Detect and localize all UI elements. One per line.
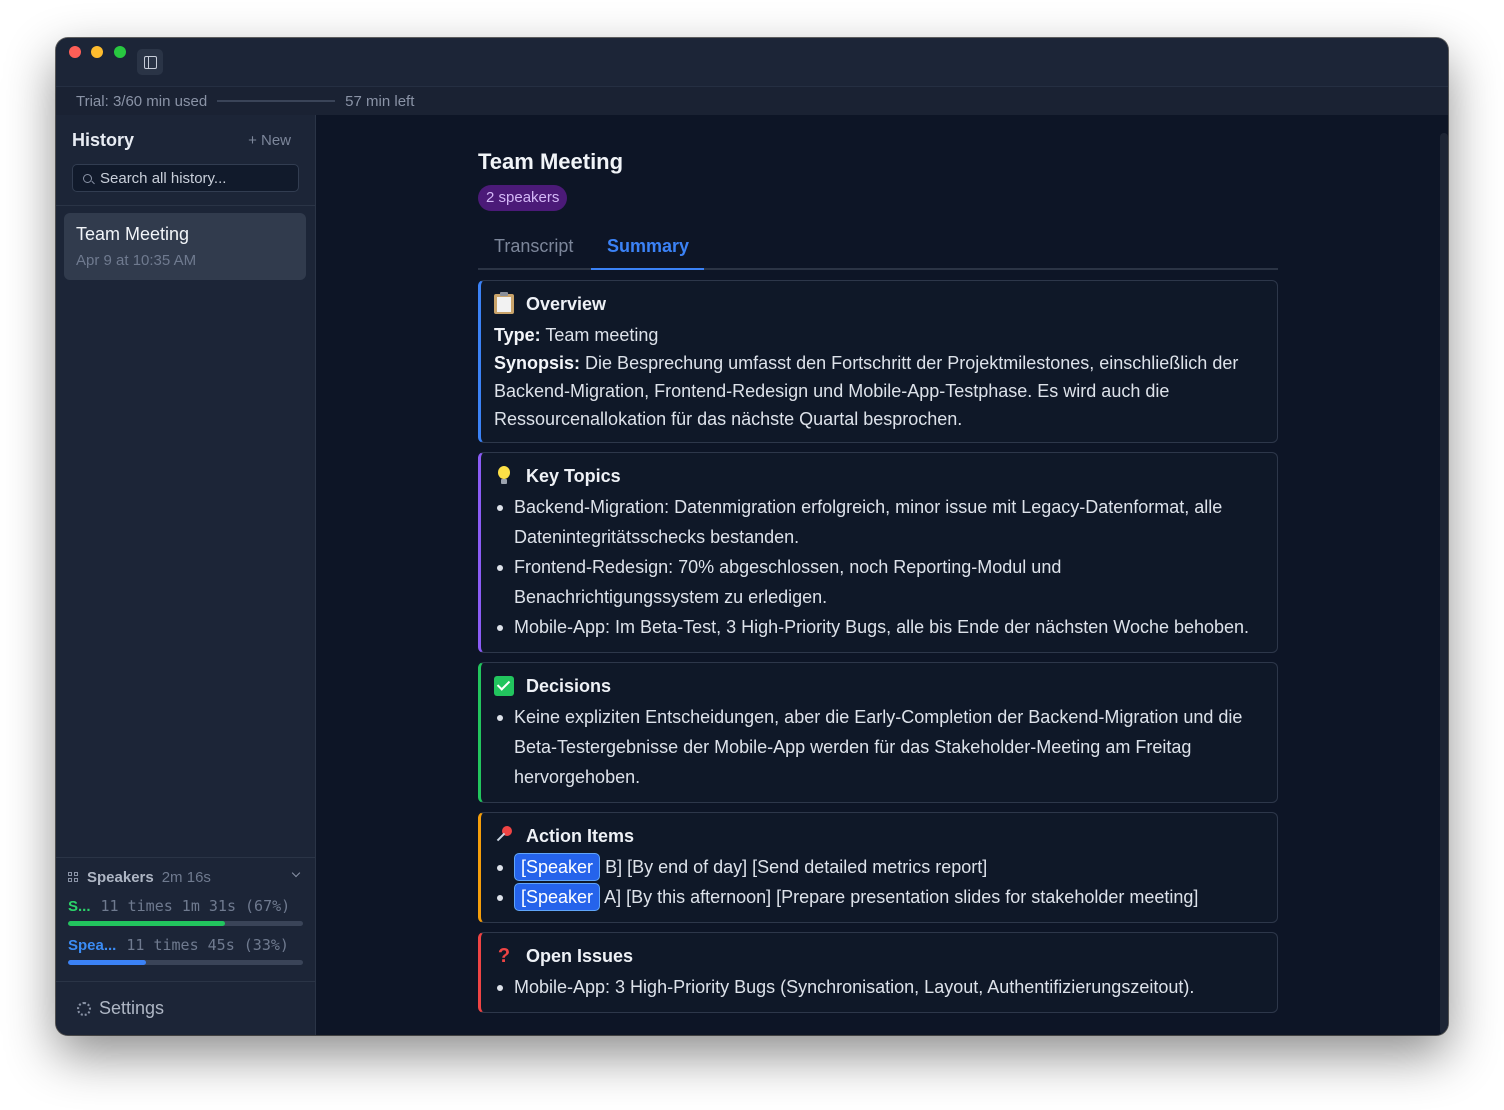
history-title: History [72,130,135,150]
zoom-window-button[interactable] [114,46,126,58]
speaker-share-bar [68,921,303,926]
overview-card: Overview Type: Team meeting Synopsis: Di… [478,280,1278,443]
lightbulb-icon [494,466,514,486]
speaker-share-bar [68,960,303,965]
decisions-card: Decisions Keine expliziten Entscheidunge… [478,662,1278,803]
list-item: Frontend-Redesign: 70% abgeschlossen, no… [497,552,1263,612]
action-item-text: B] [By end of day] [Send detailed metric… [605,857,988,877]
list-item: Backend-Migration: Datenmigration erfolg… [497,492,1263,552]
trial-progress-track [217,100,336,102]
new-session-button[interactable]: + New [248,132,291,149]
speaker-stats: 11 times 1m 31s (67%) [100,897,291,915]
settings-label: Settings [99,998,165,1018]
settings-button[interactable]: Settings [56,981,315,1035]
action-item: [Speaker B] [By end of day] [Send detail… [497,852,1263,882]
sidebar-divider [56,205,315,206]
list-item: Mobile-App: 3 High-Priority Bugs (Synchr… [497,972,1263,1002]
speaker-row: S... 11 times 1m 31s (67%) [68,897,303,937]
sidebar-icon [143,55,157,69]
history-item-date: Apr 9 at 10:35 AM [76,252,197,269]
card-title: Open Issues [526,945,634,966]
tab-transcript[interactable]: Transcript [494,236,573,257]
key-topics-card: Key Topics Backend-Migration: Datenmigra… [478,452,1278,653]
tab-summary[interactable]: Summary [607,236,689,257]
action-item-text: A] [By this afternoon] [Prepare presenta… [604,887,1199,907]
list-item: Keine expliziten Entscheidungen, aber di… [497,702,1263,792]
list-item: Mobile-App: Im Beta-Test, 3 High-Priorit… [497,612,1263,642]
search-icon [83,173,92,183]
main-content: Team Meeting 2 speakers Transcript Summa… [316,115,1448,1035]
action-item: [Speaker A] [By this afternoon] [Prepare… [497,882,1263,912]
card-title: Decisions [526,675,612,696]
speaker-name: Spea... [68,937,117,954]
history-item[interactable]: Team Meeting Apr 9 at 10:35 AM [64,213,306,280]
speaker-share-fill [68,960,146,965]
question-mark-icon: ? [497,945,511,967]
history-item-title: Team Meeting [76,224,190,244]
open-issues-card: ? Open Issues Mobile-App: 3 High-Priorit… [478,932,1278,1013]
speaker-stats: 11 times 45s (33%) [126,936,289,954]
grid-icon [68,872,78,882]
trial-bar: Trial: 3/60 min used 57 min left [56,86,1448,116]
action-items-card: Action Items [Speaker B] [By end of day]… [478,812,1278,923]
clipboard-icon [494,292,514,314]
card-title: Overview [526,293,607,314]
speakers-header[interactable]: Speakers 2m 16s [68,867,303,887]
sidebar-toggle-button[interactable] [137,49,163,75]
speaker-tag[interactable]: [Speaker [514,853,601,881]
speakers-label: Speakers [87,868,154,886]
overview-body: Type: Team meeting Synopsis: Die Besprec… [494,321,1263,433]
history-header: History + New [72,130,291,152]
speakers-panel: Speakers 2m 16s S... 11 times 1m 31s (67%… [56,857,315,984]
chevron-down-icon[interactable] [291,868,301,878]
sidebar: History + New Search all history... Team… [56,115,316,1035]
synopsis-value: Die Besprechung umfasst den Fortschritt … [494,353,1239,429]
card-title: Key Topics [526,465,621,486]
pushpin-icon [494,826,514,846]
speaker-count-badge: 2 speakers [478,185,568,211]
speakers-duration: 2m 16s [161,868,211,886]
close-window-button[interactable] [69,46,81,58]
history-search-field[interactable]: Search all history... [72,164,299,192]
search-placeholder: Search all history... [100,169,227,187]
app-window: Trial: 3/60 min used 57 min left History… [56,38,1448,1035]
card-title: Action Items [526,825,635,846]
check-mark-icon [494,676,514,696]
active-tab-indicator [591,268,704,270]
synopsis-label: Synopsis: [494,353,581,373]
tab-bar: Transcript Summary [478,227,1278,270]
gear-icon [77,1001,91,1016]
page-title: Team Meeting [478,149,624,174]
title-bar [56,38,1448,86]
speaker-share-fill [68,921,226,926]
type-label: Type: [494,325,541,345]
scrollbar[interactable] [1440,133,1448,1035]
speaker-name: S... [68,898,91,915]
speaker-tag[interactable]: [Speaker [514,883,601,911]
speaker-row: Spea... 11 times 45s (33%) [68,936,303,976]
trial-used-text: Trial: 3/60 min used [76,92,208,110]
minimize-window-button[interactable] [91,46,103,58]
trial-remaining-text: 57 min left [345,92,415,110]
type-value: Team meeting [545,325,659,345]
